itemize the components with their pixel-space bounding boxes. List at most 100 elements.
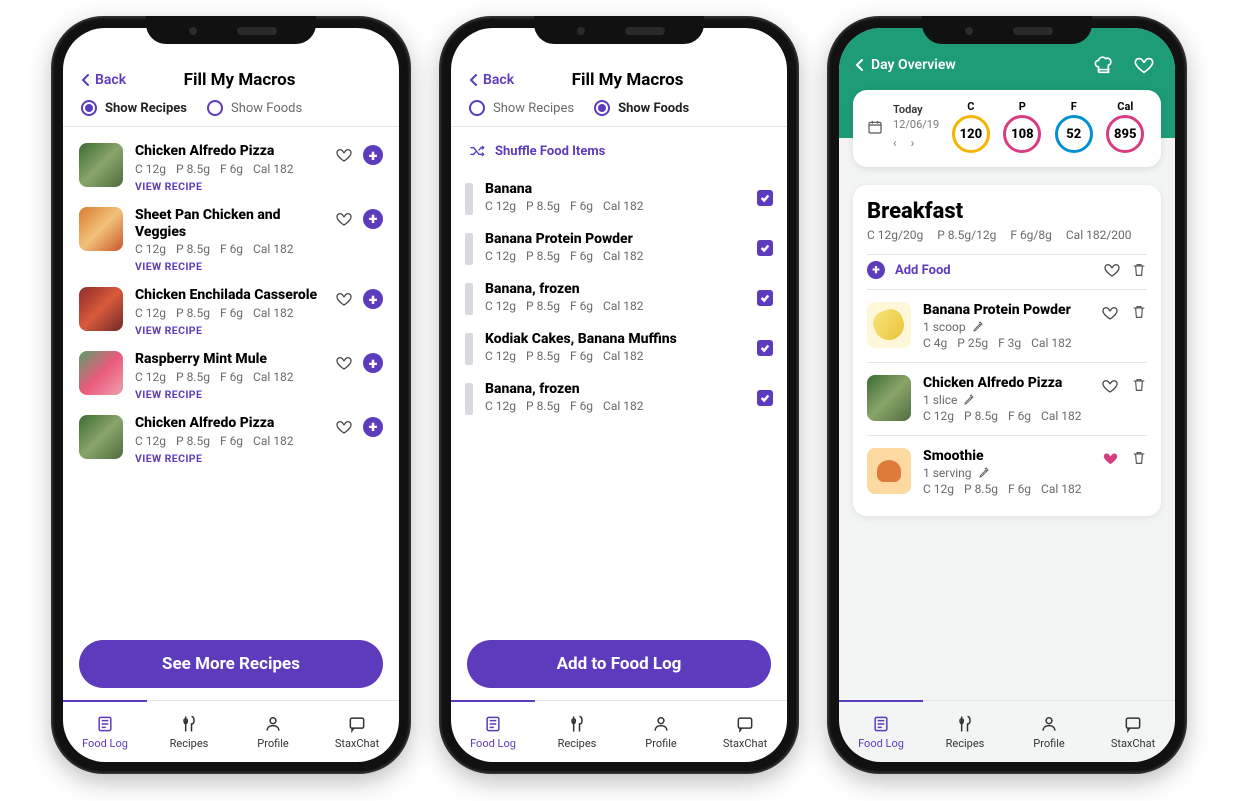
food-row[interactable]: BananaC 12gP 8.5gF 6gCal 182 (465, 173, 773, 223)
add-food-button[interactable]: + (867, 261, 885, 279)
heart-icon[interactable] (1101, 377, 1119, 395)
add-icon[interactable]: + (363, 289, 383, 309)
food-macros: C 12gP 8.5gF 6gCal 182 (485, 347, 745, 363)
tab-profile[interactable]: Profile (1007, 701, 1091, 762)
prev-day-button[interactable]: ‹ (893, 136, 897, 150)
tab-staxchat[interactable]: StaxChat (703, 701, 787, 762)
tab-profile[interactable]: Profile (231, 701, 315, 762)
food-row[interactable]: Kodiak Cakes, Banana MuffinsC 12gP 8.5gF… (465, 323, 773, 373)
tab-foodlog[interactable]: Food Log (451, 700, 535, 762)
view-recipe-link[interactable]: VIEW RECIPE (135, 448, 323, 465)
heart-filled-icon[interactable] (1102, 450, 1119, 467)
pencil-icon[interactable] (963, 394, 975, 406)
recipe-row[interactable]: Raspberry Mint MuleC 12gP 8.5gF 6gCal 18… (77, 343, 385, 407)
shuffle-button[interactable]: Shuffle Food Items (465, 135, 773, 173)
checkbox[interactable] (757, 390, 773, 406)
pencil-icon[interactable] (978, 467, 990, 479)
phone-frame-3: Day Overview Today 12/06/19 ‹ › C120P108… (827, 16, 1187, 774)
next-day-button[interactable]: › (911, 136, 915, 150)
recipe-name: Chicken Enchilada Casserole (135, 287, 323, 304)
recipe-row[interactable]: Chicken Alfredo PizzaC 12gP 8.5gF 6gCal … (77, 135, 385, 199)
trash-icon[interactable] (1131, 304, 1147, 320)
add-icon[interactable]: + (363, 353, 383, 373)
header: Back Fill My Macros (63, 60, 399, 94)
heart-icon[interactable] (335, 354, 353, 372)
tab-profile[interactable]: Profile (619, 701, 703, 762)
checkbox[interactable] (757, 240, 773, 256)
trash-icon[interactable] (1131, 262, 1147, 278)
recipes-icon (179, 714, 199, 734)
add-icon[interactable]: + (363, 209, 383, 229)
checkbox[interactable] (757, 290, 773, 306)
tab-staxchat[interactable]: StaxChat (315, 701, 399, 762)
food-macros: C 12gP 8.5gF 6gCal 182 (485, 297, 745, 313)
checkbox[interactable] (757, 340, 773, 356)
item-serving: 1 slice (923, 391, 1089, 407)
radio-show-foods[interactable]: Show Foods (207, 100, 302, 116)
add-icon[interactable]: + (363, 145, 383, 165)
staxchat-icon (347, 714, 367, 734)
recipe-row[interactable]: Chicken Enchilada CasseroleC 12gP 8.5gF … (77, 279, 385, 343)
heart-icon[interactable] (335, 290, 353, 308)
tab-recipes[interactable]: Recipes (923, 701, 1007, 762)
back-button[interactable]: Day Overview (855, 57, 956, 73)
favorite-button[interactable] (1129, 50, 1159, 80)
see-more-button[interactable]: See More Recipes (79, 640, 383, 688)
food-name: Banana (485, 181, 745, 197)
chevron-left-icon (81, 74, 91, 86)
recipe-thumbnail (79, 287, 123, 331)
item-macros: C 12gP 8.5gF 6gCal 182 (923, 407, 1089, 423)
recipe-list[interactable]: Chicken Alfredo PizzaC 12gP 8.5gF 6gCal … (63, 127, 399, 632)
tab-foodlog[interactable]: Food Log (63, 700, 147, 762)
add-icon[interactable]: + (363, 417, 383, 437)
pencil-icon[interactable] (972, 321, 984, 333)
tab-staxchat[interactable]: StaxChat (1091, 701, 1175, 762)
item-serving: 1 scoop (923, 318, 1089, 334)
tab-foodlog[interactable]: Food Log (839, 700, 923, 762)
heart-icon[interactable] (335, 418, 353, 436)
view-recipe-link[interactable]: VIEW RECIPE (135, 256, 323, 273)
food-macros: C 12gP 8.5gF 6gCal 182 (485, 197, 745, 213)
tab-recipes[interactable]: Recipes (535, 701, 619, 762)
phone-frame-2: Back Fill My Macros Show Recipes Show Fo… (439, 16, 799, 774)
drag-handle-icon[interactable] (465, 333, 473, 365)
tab-bar: Food LogRecipesProfileStaxChat (451, 700, 787, 762)
drag-handle-icon[interactable] (465, 233, 473, 265)
meal-item-row[interactable]: Smoothie1 serving C 12gP 8.5gF 6gCal 182 (867, 436, 1147, 508)
calendar-icon[interactable] (867, 119, 883, 135)
radio-show-foods[interactable]: Show Foods (594, 100, 689, 116)
add-food-label[interactable]: Add Food (895, 263, 1093, 278)
food-name: Banana Protein Powder (485, 231, 745, 247)
heart-icon[interactable] (335, 210, 353, 228)
drag-handle-icon[interactable] (465, 183, 473, 215)
trash-icon[interactable] (1131, 450, 1147, 466)
food-list[interactable]: Shuffle Food Items BananaC 12gP 8.5gF 6g… (451, 127, 787, 632)
add-to-log-button[interactable]: Add to Food Log (467, 640, 771, 688)
food-name: Kodiak Cakes, Banana Muffins (485, 331, 745, 347)
food-row[interactable]: Banana, frozenC 12gP 8.5gF 6gCal 182 (465, 273, 773, 323)
radio-show-recipes[interactable]: Show Recipes (81, 100, 187, 116)
meal-item-row[interactable]: Banana Protein Powder1 scoop C 4gP 25gF … (867, 290, 1147, 363)
view-recipe-link[interactable]: VIEW RECIPE (135, 320, 323, 337)
tab-recipes[interactable]: Recipes (147, 701, 231, 762)
radio-show-recipes[interactable]: Show Recipes (469, 100, 574, 116)
drag-handle-icon[interactable] (465, 383, 473, 415)
checkbox[interactable] (757, 190, 773, 206)
heart-icon[interactable] (335, 146, 353, 164)
drag-handle-icon[interactable] (465, 283, 473, 315)
recipe-row[interactable]: Chicken Alfredo PizzaC 12gP 8.5gF 6gCal … (77, 407, 385, 471)
heart-icon[interactable] (1101, 304, 1119, 322)
staxchat-icon (735, 714, 755, 734)
food-row[interactable]: Banana, frozenC 12gP 8.5gF 6gCal 182 (465, 373, 773, 423)
item-name: Banana Protein Powder (923, 302, 1089, 318)
recipe-macros: C 12gP 8.5gF 6gCal 182 (135, 240, 323, 256)
food-row[interactable]: Banana Protein PowderC 12gP 8.5gF 6gCal … (465, 223, 773, 273)
recipe-row[interactable]: Sheet Pan Chicken and VeggiesC 12gP 8.5g… (77, 199, 385, 280)
chef-button[interactable] (1089, 50, 1119, 80)
foodlog-icon (95, 714, 115, 734)
heart-icon[interactable] (1103, 261, 1121, 279)
view-recipe-link[interactable]: VIEW RECIPE (135, 176, 323, 193)
trash-icon[interactable] (1131, 377, 1147, 393)
view-recipe-link[interactable]: VIEW RECIPE (135, 384, 323, 401)
meal-item-row[interactable]: Chicken Alfredo Pizza1 slice C 12gP 8.5g… (867, 363, 1147, 436)
